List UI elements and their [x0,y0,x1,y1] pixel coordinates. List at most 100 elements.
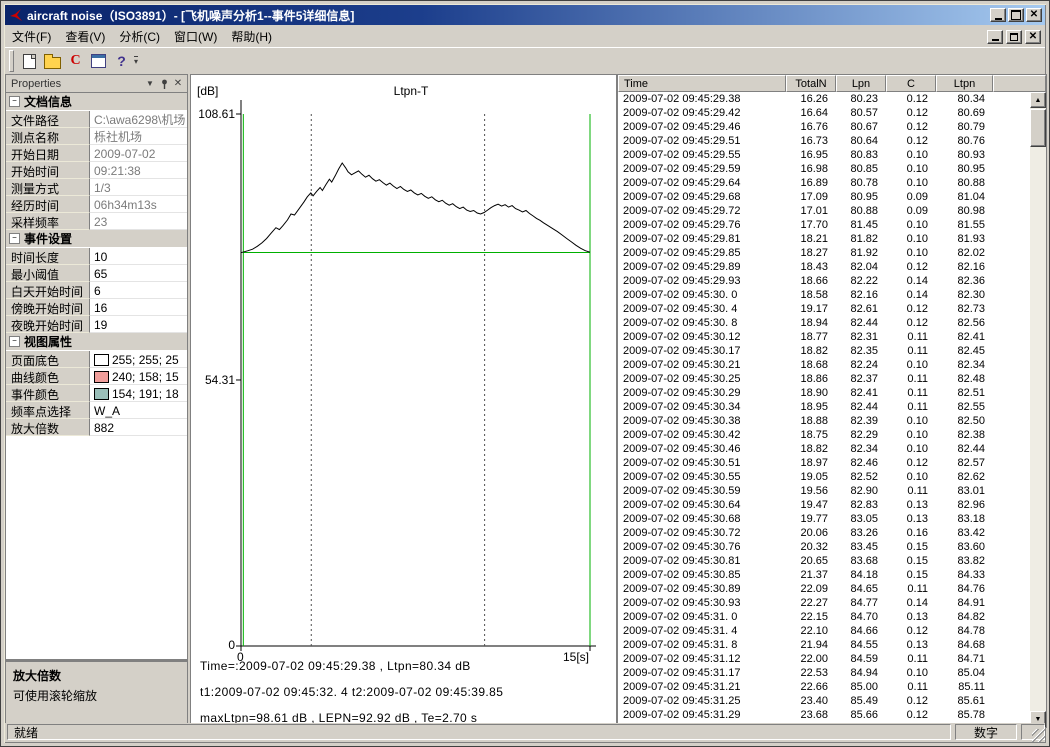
property-value[interactable]: 882 [90,419,187,436]
menu-item-window[interactable]: 窗口(W) [167,26,224,47]
close-button[interactable]: ✕ [1026,8,1042,22]
property-value[interactable]: C:\awa6298\机场 [90,111,187,128]
properties-panel-header[interactable]: Properties ▼ ✕ [5,74,188,92]
property-row[interactable]: 开始日期2009-07-02 [6,145,187,162]
table-row[interactable]: 2009-07-02 09:45:30.2918.9082.410.1182.5… [618,386,1030,400]
table-row[interactable]: 2009-07-02 09:45:30.2518.8682.370.1182.4… [618,372,1030,386]
property-value[interactable]: 10 [90,248,187,265]
chart-panel[interactable]: [dB] Ltpn-T 108.61 54.31 0 0 15[s] Time=… [190,74,617,728]
property-value[interactable]: 154; 191; 18 [90,385,187,402]
table-row[interactable]: 2009-07-02 09:45:30.8120.6583.680.1583.8… [618,554,1030,568]
column-header-lpn[interactable]: Lpn [836,75,886,92]
property-row[interactable]: 测量方式1/3 [6,179,187,196]
mdi-close-button[interactable]: ✕ [1025,30,1041,44]
table-row[interactable]: 2009-07-02 09:45:30. 018.5882.160.1482.3… [618,288,1030,302]
table-row[interactable]: 2009-07-02 09:45:31. 422.1084.660.1284.7… [618,624,1030,638]
property-row[interactable]: 开始时间09:21:38 [6,162,187,179]
table-row[interactable]: 2009-07-02 09:45:29.7617.7081.450.1081.5… [618,218,1030,232]
table-row[interactable]: 2009-07-02 09:45:29.5516.9580.830.1080.9… [618,148,1030,162]
table-row[interactable]: 2009-07-02 09:45:30. 818.9482.440.1282.5… [618,316,1030,330]
collapse-icon[interactable]: − [9,233,20,244]
table-row[interactable]: 2009-07-02 09:45:30.5118.9782.460.1282.5… [618,456,1030,470]
table-row[interactable]: 2009-07-02 09:45:30.4618.8282.340.1082.4… [618,442,1030,456]
property-value[interactable]: 240; 158; 15 [90,368,187,385]
table-row[interactable]: 2009-07-02 09:45:31. 022.1584.700.1384.8… [618,610,1030,624]
properties-button[interactable] [87,50,110,72]
table-row[interactable]: 2009-07-02 09:45:31. 821.9484.550.1384.6… [618,638,1030,652]
property-row[interactable]: 测点名称栎社机场 [6,128,187,145]
maximize-button[interactable] [1008,8,1024,22]
table-row[interactable]: 2009-07-02 09:45:29.4216.6480.570.1280.6… [618,106,1030,120]
collapse-icon[interactable]: − [9,96,20,107]
table-row[interactable]: 2009-07-02 09:45:30.5919.5682.900.1183.0… [618,484,1030,498]
table-row[interactable]: 2009-07-02 09:45:29.8518.2781.920.1082.0… [618,246,1030,260]
property-row[interactable]: 傍晚开始时间16 [6,299,187,316]
vertical-scrollbar[interactable]: ▲ ▼ [1030,92,1046,727]
property-section-header[interactable]: −文档信息 [6,93,187,111]
table-row[interactable]: 2009-07-02 09:45:29.3816.2680.230.1280.3… [618,92,1030,106]
property-value[interactable]: 06h34m13s [90,196,187,213]
property-value[interactable]: 23 [90,213,187,230]
table-row[interactable]: 2009-07-02 09:45:29.9318.6682.220.1482.3… [618,274,1030,288]
table-row[interactable]: 2009-07-02 09:45:30.8521.3784.180.1584.3… [618,568,1030,582]
menu-item-file[interactable]: 文件(F) [5,26,58,47]
table-row[interactable]: 2009-07-02 09:45:30.6419.4782.830.1382.9… [618,498,1030,512]
column-header-ltpn[interactable]: Ltpn [936,75,993,92]
table-row[interactable]: 2009-07-02 09:45:30.9322.2784.770.1484.9… [618,596,1030,610]
property-row[interactable]: 频率点选择W_A [6,402,187,419]
table-row[interactable]: 2009-07-02 09:45:30.3818.8882.390.1082.5… [618,414,1030,428]
property-value[interactable]: 1/3 [90,179,187,196]
menu-item-view[interactable]: 查看(V) [58,26,112,47]
table-row[interactable]: 2009-07-02 09:45:31.2523.4085.490.1285.6… [618,694,1030,708]
table-body[interactable]: 2009-07-02 09:45:29.3816.2680.230.1280.3… [618,92,1030,727]
table-row[interactable]: 2009-07-02 09:45:30.7220.0683.260.1683.4… [618,526,1030,540]
table-row[interactable]: 2009-07-02 09:45:29.8118.2181.820.1081.9… [618,232,1030,246]
table-row[interactable]: 2009-07-02 09:45:29.8918.4382.040.1282.1… [618,260,1030,274]
table-row[interactable]: 2009-07-02 09:45:29.4616.7680.670.1280.7… [618,120,1030,134]
table-row[interactable]: 2009-07-02 09:45:30.4218.7582.290.1082.3… [618,428,1030,442]
property-row[interactable]: 时间长度10 [6,248,187,265]
property-value[interactable]: W_A [90,402,187,419]
column-header-totaln[interactable]: TotalN [786,75,836,92]
toolbar-overflow-chevron-icon[interactable]: ▾ [134,56,138,66]
property-value[interactable]: 6 [90,282,187,299]
table-row[interactable]: 2009-07-02 09:45:30.7620.3283.450.1583.6… [618,540,1030,554]
table-row[interactable]: 2009-07-02 09:45:29.6817.0980.950.0981.0… [618,190,1030,204]
table-row[interactable]: 2009-07-02 09:45:31.1722.5384.940.1085.0… [618,666,1030,680]
property-row[interactable]: 曲线颜色240; 158; 15 [6,368,187,385]
new-document-button[interactable] [18,50,41,72]
resize-grip[interactable] [1032,729,1045,742]
scrollbar-thumb[interactable] [1030,109,1046,147]
mdi-minimize-button[interactable] [987,30,1003,44]
table-row[interactable]: 2009-07-02 09:45:30.8922.0984.650.1184.7… [618,582,1030,596]
table-row[interactable]: 2009-07-02 09:45:30.2118.6882.240.1082.3… [618,358,1030,372]
table-row[interactable]: 2009-07-02 09:45:30.5519.0582.520.1082.6… [618,470,1030,484]
property-section-header[interactable]: −视图属性 [6,333,187,351]
column-header-c[interactable]: C [886,75,936,92]
table-row[interactable]: 2009-07-02 09:45:31.1222.0084.590.1184.7… [618,652,1030,666]
property-row[interactable]: 最小阈值65 [6,265,187,282]
open-file-button[interactable] [41,50,64,72]
table-row[interactable]: 2009-07-02 09:45:31.2923.6885.660.1285.7… [618,708,1030,722]
property-section-header[interactable]: −事件设置 [6,230,187,248]
property-row[interactable]: 页面底色255; 255; 25 [6,351,187,368]
panel-close-button[interactable]: ✕ [171,77,185,90]
property-value[interactable]: 65 [90,265,187,282]
property-value[interactable]: 栎社机场 [90,128,187,145]
property-row[interactable]: 白天开始时间6 [6,282,187,299]
calibrate-button[interactable]: C [64,50,87,72]
help-button[interactable]: ? [110,50,133,72]
table-row[interactable]: 2009-07-02 09:45:30.1718.8282.350.1182.4… [618,344,1030,358]
scroll-up-button[interactable]: ▲ [1030,92,1046,108]
column-header-time[interactable]: Time [618,75,786,92]
panel-menu-button[interactable]: ▼ [143,77,157,90]
menu-item-analyze[interactable]: 分析(C) [112,26,167,47]
mdi-restore-button[interactable] [1006,30,1022,44]
table-row[interactable]: 2009-07-02 09:45:29.7217.0180.880.0980.9… [618,204,1030,218]
property-value[interactable]: 2009-07-02 [90,145,187,162]
toolbar-grip[interactable] [9,50,14,72]
property-row[interactable]: 夜晚开始时间19 [6,316,187,333]
minimize-button[interactable] [990,8,1006,22]
title-bar[interactable]: aircraft noise（ISO3891）- [飞机噪声分析1--事件5详细… [5,5,1045,25]
menu-item-help[interactable]: 帮助(H) [224,26,279,47]
